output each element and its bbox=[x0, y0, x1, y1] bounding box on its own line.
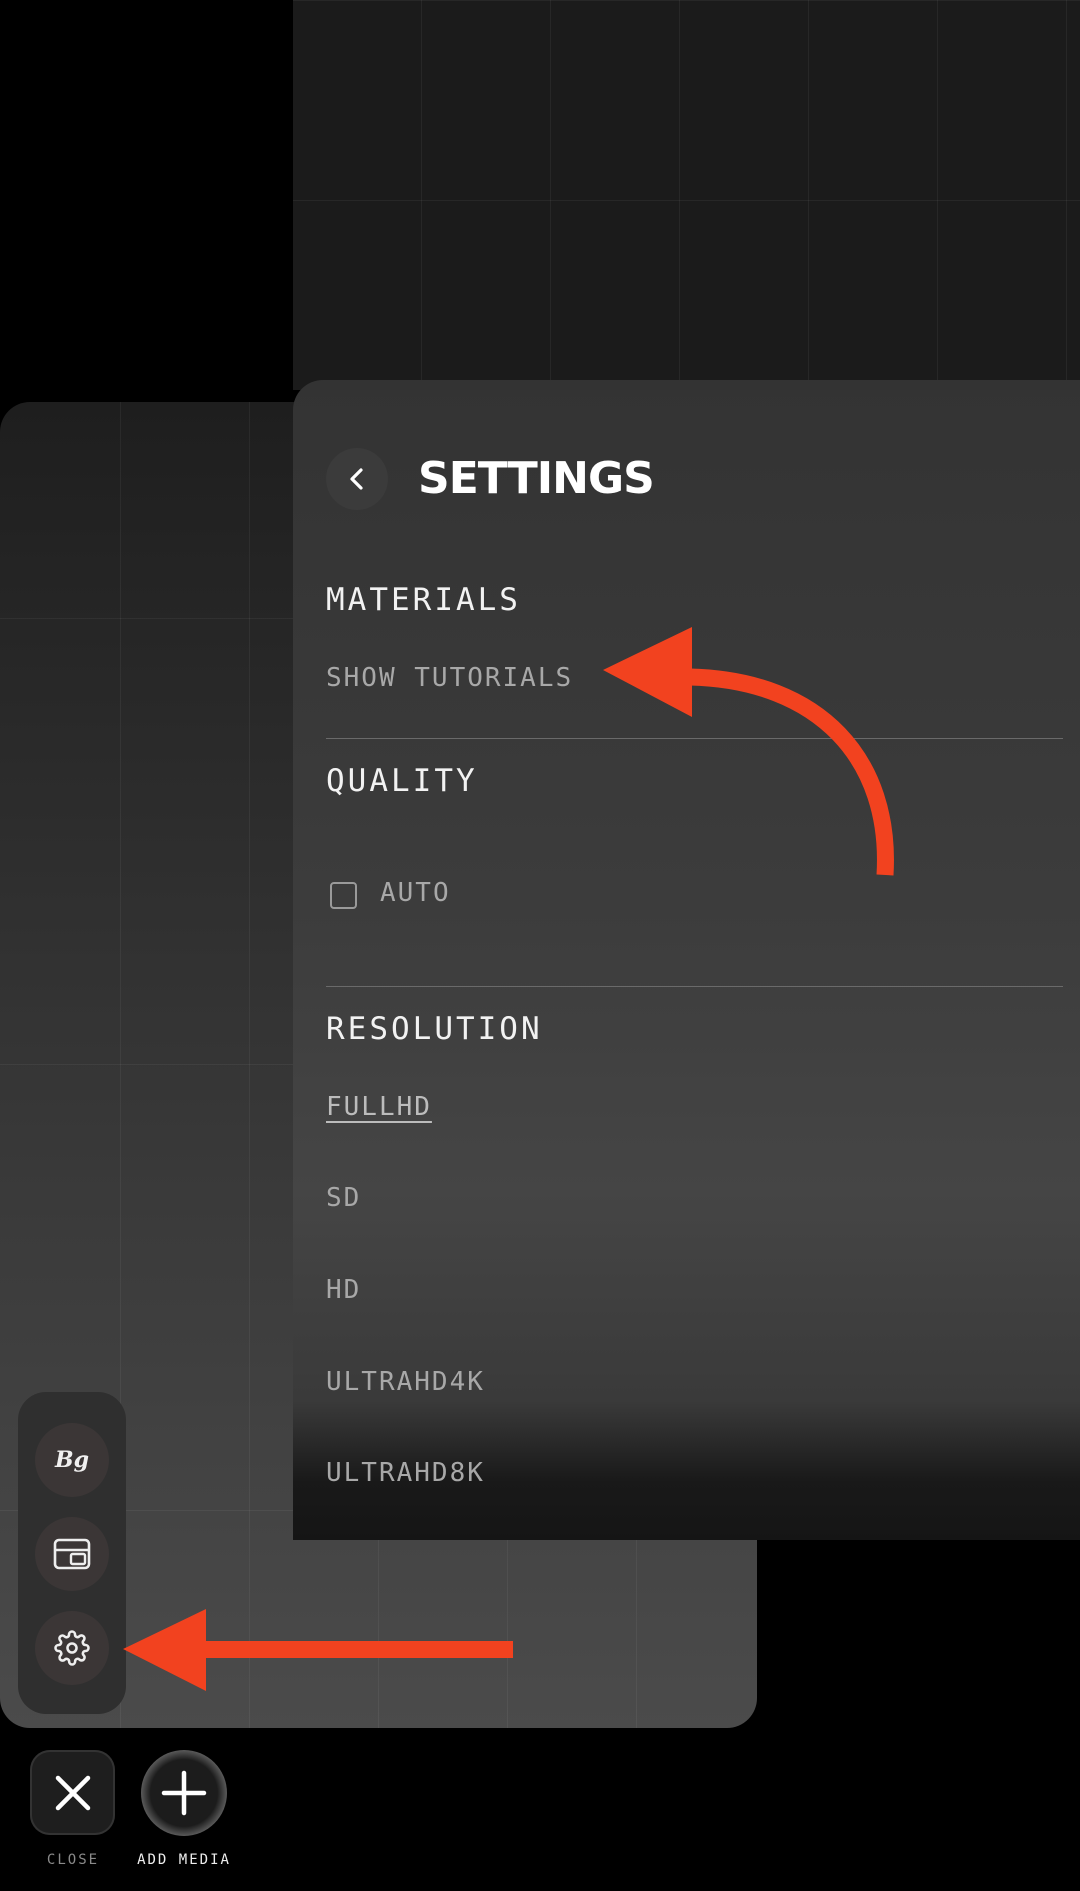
app-screen: SETTINGS MATERIALS SHOW TUTORIALS QUALIT… bbox=[0, 0, 1080, 1891]
annotation-arrows bbox=[123, 627, 894, 1691]
curved-arrow-shaft bbox=[689, 668, 894, 876]
curved-arrow-head bbox=[603, 627, 692, 717]
straight-arrow-head bbox=[123, 1609, 206, 1691]
straight-arrow-shaft bbox=[200, 1641, 513, 1658]
